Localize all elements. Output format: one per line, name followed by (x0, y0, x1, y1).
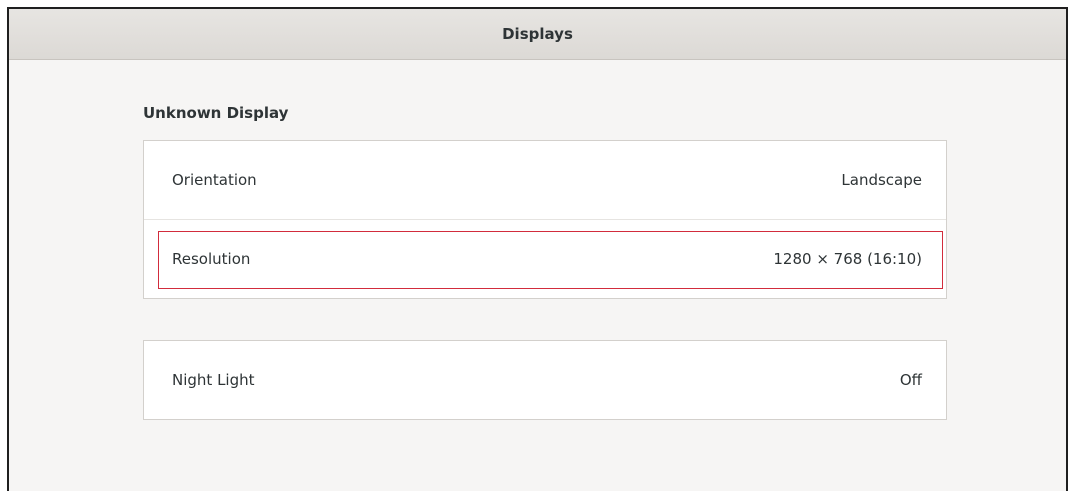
display-settings-list: Orientation Landscape Resolution 1280 × … (143, 140, 947, 299)
resolution-label: Resolution (172, 249, 251, 268)
window-title: Displays (502, 25, 573, 43)
night-light-list: Night Light Off (143, 340, 947, 420)
displays-window: Displays Unknown Display Orientation Lan… (7, 7, 1068, 491)
orientation-label: Orientation (172, 171, 257, 189)
orientation-value: Landscape (841, 171, 922, 189)
orientation-row[interactable]: Orientation Landscape (144, 141, 946, 219)
resolution-row[interactable]: Resolution 1280 × 768 (16:10) (144, 219, 946, 297)
night-light-value: Off (899, 371, 922, 389)
display-name-heading: Unknown Display (143, 104, 289, 122)
header-bar: Displays (9, 9, 1066, 60)
resolution-value: 1280 × 768 (16:10) (773, 249, 922, 268)
night-light-label: Night Light (172, 371, 255, 389)
night-light-row[interactable]: Night Light Off (144, 341, 946, 419)
